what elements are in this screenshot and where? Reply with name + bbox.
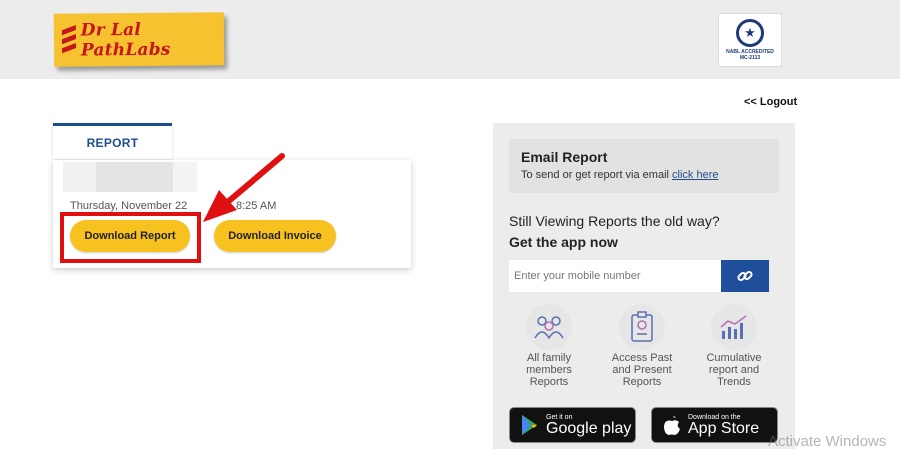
nabl-badge: ★ NABL ACCREDITED MC-2113 (718, 13, 782, 67)
trend-icon (711, 304, 757, 350)
email-report-subtitle: To send or get report via email (521, 169, 669, 181)
tab-report[interactable]: REPORT (53, 123, 172, 159)
feature-label-1: All family (526, 352, 571, 364)
feature-label-3: Trends (717, 376, 751, 388)
dr-lal-pathlabs-logo[interactable]: Dr Lal PathLabs (53, 12, 225, 67)
redacted-patient-name (63, 162, 197, 192)
feature-label-2: members (526, 364, 572, 376)
apple-icon (664, 416, 680, 435)
feature-cumulative-trends: Cumulative report and Trends (694, 304, 774, 388)
google-play-icon (522, 415, 537, 435)
feature-family-reports: All family members Reports (509, 304, 589, 388)
app-store-button[interactable]: Download on the App Store (651, 407, 778, 443)
nabl-seal-icon: ★ (736, 19, 764, 47)
feature-label-1: Access Past (611, 352, 673, 364)
send-link-button[interactable] (721, 260, 769, 292)
family-icon (526, 304, 572, 350)
still-viewing-text: Still Viewing Reports the old way? (509, 213, 720, 229)
site-header: Dr Lal PathLabs ★ NABL ACCREDITED MC-211… (0, 0, 900, 79)
logo-mark-icon (61, 24, 77, 55)
email-report-title: Email Report (521, 149, 608, 165)
logo-text: Dr Lal PathLabs (80, 19, 171, 61)
red-arrow-icon (203, 153, 285, 222)
feature-label-3: Reports (529, 376, 569, 388)
mobile-number-input[interactable] (509, 260, 721, 292)
feature-access-reports: Access Past and Present Reports (602, 304, 682, 388)
email-click-here-link[interactable]: click here (672, 169, 718, 181)
feature-label-3: Reports (622, 376, 662, 388)
feature-label-2: report and (708, 364, 760, 376)
feature-label-1: Cumulative (706, 352, 762, 364)
nabl-text-line2: MC-2113 (739, 55, 761, 61)
activate-windows-watermark: Activate Windows (768, 433, 887, 449)
highlight-box (60, 212, 201, 263)
link-icon (737, 270, 753, 282)
email-report-box: Email Report To send or get report via e… (509, 139, 779, 193)
report-icon (619, 304, 665, 350)
report-date: Thursday, November 22 (70, 200, 188, 212)
google-play-button[interactable]: Get it on Google play (509, 407, 636, 443)
feature-label-2: and Present (612, 364, 672, 376)
get-app-heading: Get the app now (509, 234, 618, 250)
app-store-big-text: App Store (688, 419, 760, 437)
google-play-big-text: Google play (546, 419, 632, 437)
sidebar-panel: Email Report To send or get report via e… (493, 123, 795, 449)
logout-link[interactable]: << Logout (744, 96, 797, 108)
